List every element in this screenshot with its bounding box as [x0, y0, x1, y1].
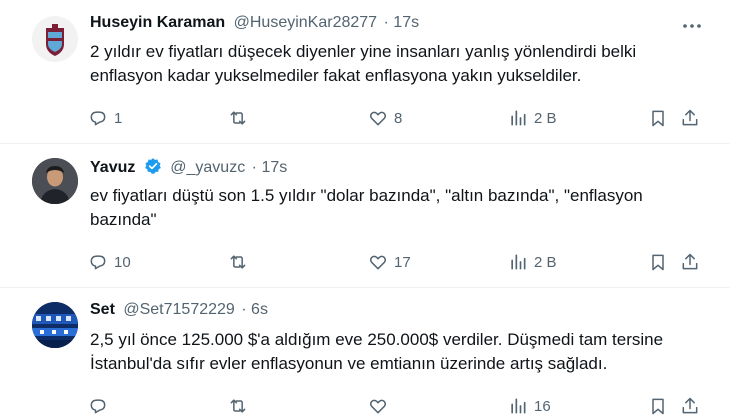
- reply-icon: [90, 255, 106, 270]
- bookmark-button[interactable]: [648, 106, 668, 130]
- author-name[interactable]: Yavuz: [90, 159, 135, 176]
- tweet-actions: 16: [88, 394, 708, 418]
- author-name[interactable]: Set: [90, 301, 115, 318]
- heart-icon: [369, 399, 387, 414]
- tweet-3[interactable]: Set @Set71572229 · 6s 2,5 yıl önce 125.0…: [0, 288, 730, 420]
- heart-icon: [369, 255, 387, 270]
- separator-dot: ·: [241, 301, 247, 318]
- share-icon: [682, 109, 698, 126]
- views-chart-icon: [511, 110, 526, 126]
- like-count: 8: [394, 109, 403, 127]
- more-options-icon[interactable]: [680, 14, 704, 38]
- share-button[interactable]: [680, 250, 700, 274]
- author-handle[interactable]: @HuseyinKar28277: [234, 14, 377, 31]
- views-chart-icon: [511, 254, 526, 270]
- tweet-2[interactable]: Yavuz @_yavuzc · 17s ev fiyatları düştü …: [0, 144, 730, 284]
- views-button[interactable]: 16: [508, 394, 551, 418]
- bookmark-button[interactable]: [648, 250, 668, 274]
- reply-button[interactable]: 10: [88, 250, 131, 274]
- reply-button[interactable]: [88, 394, 114, 418]
- views-button[interactable]: 2 B: [508, 106, 557, 130]
- reply-count: 10: [114, 253, 131, 271]
- timestamp[interactable]: 17s: [261, 159, 287, 176]
- retweet-button[interactable]: [228, 394, 254, 418]
- tweet-actions: 1 8 2 B: [88, 106, 708, 130]
- retweet-button[interactable]: [228, 106, 254, 130]
- separator-dot: ·: [383, 14, 389, 31]
- author-name[interactable]: Huseyin Karaman: [90, 14, 225, 31]
- tweet-header: Yavuz @_yavuzc · 17s: [90, 157, 287, 180]
- timestamp[interactable]: 6s: [251, 301, 268, 318]
- timestamp[interactable]: 17s: [393, 14, 419, 31]
- reply-icon: [90, 399, 106, 414]
- views-count: 16: [534, 397, 551, 415]
- tweet-text: 2 yıldır ev fiyatları düşecek diyenler y…: [90, 42, 637, 85]
- bookmark-icon: [652, 110, 664, 127]
- person-photo-avatar[interactable]: [32, 158, 78, 204]
- views-count: 2 B: [534, 253, 557, 271]
- like-button[interactable]: 8: [368, 106, 402, 130]
- like-button[interactable]: [368, 394, 394, 418]
- like-button[interactable]: 17: [368, 250, 411, 274]
- views-button[interactable]: 2 B: [508, 250, 557, 274]
- reply-icon: [90, 111, 106, 126]
- views-count: 2 B: [534, 109, 557, 127]
- separator-dot: ·: [251, 159, 257, 176]
- bookmark-button[interactable]: [648, 394, 668, 418]
- share-icon: [682, 397, 698, 414]
- share-button[interactable]: [680, 394, 700, 418]
- share-icon: [682, 253, 698, 270]
- reply-count: 1: [114, 109, 123, 127]
- retweet-icon: [230, 255, 246, 269]
- like-count: 17: [394, 253, 411, 271]
- bookmark-icon: [652, 254, 664, 271]
- share-button[interactable]: [680, 106, 700, 130]
- heart-icon: [369, 111, 387, 126]
- team-crest-avatar[interactable]: [32, 16, 78, 62]
- tweet-header: Set @Set71572229 · 6s: [90, 301, 268, 319]
- reply-button[interactable]: 1: [88, 106, 122, 130]
- author-handle[interactable]: @_yavuzc: [170, 159, 245, 176]
- retweet-icon: [230, 399, 246, 413]
- tweet-header: Huseyin Karaman @HuseyinKar28277 · 17s: [90, 14, 419, 32]
- tweet-actions: 10 17 2 B: [88, 250, 708, 274]
- bookmark-icon: [652, 398, 664, 415]
- author-handle[interactable]: @Set71572229: [123, 301, 234, 318]
- tweet-1[interactable]: Huseyin Karaman @HuseyinKar28277 · 17s 2…: [0, 0, 730, 140]
- tweet-text: 2,5 yıl önce 125.000 $'a aldığım eve 250…: [90, 330, 664, 373]
- verified-badge-icon: [144, 157, 162, 180]
- tweet-text: ev fiyatları düştü son 1.5 yıldır "dolar…: [90, 186, 643, 229]
- views-chart-icon: [511, 398, 526, 414]
- retweet-button[interactable]: [228, 250, 254, 274]
- retweet-icon: [230, 111, 246, 125]
- stadium-photo-avatar[interactable]: [32, 302, 78, 348]
